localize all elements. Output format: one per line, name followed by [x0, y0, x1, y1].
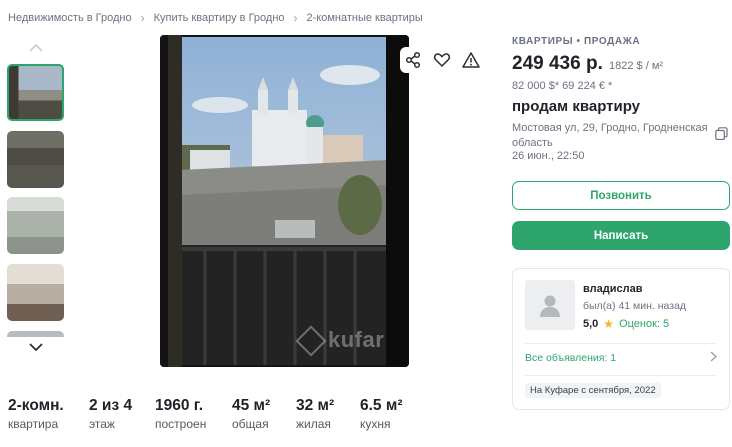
- spec-label: квартира: [8, 417, 59, 431]
- watermark-text: kufar: [328, 327, 385, 352]
- listing-category: КВАРТИРЫ • ПРОДАЖА: [512, 36, 641, 47]
- spec-value: 45 м²: [232, 397, 271, 414]
- spec-total-area: 45 м² общая: [232, 397, 296, 431]
- spec-value: 1960 г.: [155, 397, 203, 414]
- chevron-up-icon[interactable]: [7, 40, 64, 55]
- breadcrumb: Недвижимость в Гродно › Купить квартиру …: [8, 10, 423, 25]
- seller-last-seen: был(а) 41 мин. назад: [583, 300, 687, 312]
- share-icon: [405, 51, 421, 69]
- main-photo-image: [160, 35, 409, 367]
- photo-thumbnail-2[interactable]: [7, 131, 64, 188]
- spec-value: 2 из 4: [89, 397, 133, 414]
- photo-thumbnail-4[interactable]: [7, 264, 64, 321]
- spec-value: 6.5 м²: [360, 397, 403, 414]
- reviews-link[interactable]: Оценок: 5: [619, 318, 669, 330]
- rating-value: 5,0: [583, 318, 599, 330]
- star-icon: ★: [603, 317, 615, 331]
- spec-built: 1960 г. построен: [155, 397, 232, 431]
- divider: [525, 375, 717, 376]
- kufar-logo-icon: [295, 325, 327, 357]
- main-photo[interactable]: kufar: [160, 35, 409, 367]
- avatar[interactable]: [525, 280, 575, 330]
- copy-icon: [715, 127, 728, 141]
- seller-name[interactable]: владислав: [583, 283, 642, 295]
- seller-card: владислав был(а) 41 мин. назад 5,0 ★ Оце…: [512, 268, 730, 410]
- listing-title: продам квартиру: [512, 98, 641, 115]
- favorite-button[interactable]: [429, 47, 455, 73]
- spec-living-area: 32 м² жилая: [296, 397, 360, 431]
- thumbnail-strip: [7, 40, 64, 365]
- chevron-right-icon: ›: [293, 10, 298, 25]
- spec-label: жилая: [296, 417, 331, 431]
- warning-icon: [462, 52, 480, 68]
- photo-thumbnail-3[interactable]: [7, 197, 64, 254]
- spec-kitchen-area: 6.5 м² кухня: [360, 397, 430, 431]
- seller-rating: 5,0 ★ Оценок: 5: [583, 317, 669, 331]
- divider: [525, 343, 717, 344]
- breadcrumb-link-buy-flat-grodno[interactable]: Купить квартиру в Гродно: [154, 12, 285, 24]
- chevron-right-icon: ›: [140, 10, 145, 25]
- copy-address-button[interactable]: [715, 127, 728, 141]
- photo-thumbnail-1[interactable]: [7, 64, 64, 121]
- message-button[interactable]: Написать: [512, 221, 730, 250]
- report-button[interactable]: [458, 47, 484, 73]
- all-listings-link[interactable]: Все объявления: 1: [525, 351, 718, 365]
- chevron-down-icon[interactable]: [7, 340, 64, 355]
- listing-address: Мостовая ул, 29, Гродно, Гродненская обл…: [512, 122, 708, 149]
- breadcrumb-link-2-room[interactable]: 2-комнатные квартиры: [307, 12, 423, 24]
- call-button[interactable]: Позвонить: [512, 181, 730, 210]
- listing-price: 249 436 р.: [512, 53, 603, 74]
- spec-floor: 2 из 4 этаж: [89, 397, 155, 431]
- all-listings-label: Все объявления: 1: [525, 352, 617, 364]
- spec-label: общая: [232, 417, 269, 431]
- spec-value: 2-комн.: [8, 397, 64, 414]
- spec-rooms: 2-комн. квартира: [8, 397, 89, 431]
- listing-date: 26 июн., 22:50: [512, 150, 585, 162]
- spec-label: этаж: [89, 417, 115, 431]
- price-per-m2: 1822 $ / м²: [609, 60, 664, 72]
- spec-label: построен: [155, 417, 207, 431]
- specs-row: 2-комн. квартира 2 из 4 этаж 1960 г. пос…: [8, 397, 430, 431]
- chevron-right-icon: [710, 351, 718, 365]
- watermark: kufar: [295, 325, 385, 357]
- user-avatar-icon: [540, 295, 560, 317]
- alt-currency-prices: 82 000 $* 69 224 € *: [512, 80, 613, 92]
- heart-icon: [433, 53, 451, 68]
- spec-value: 32 м²: [296, 397, 335, 414]
- share-button[interactable]: [400, 47, 426, 73]
- breadcrumb-link-realty-grodno[interactable]: Недвижимость в Гродно: [8, 12, 132, 24]
- photo-thumbnail-5[interactable]: [7, 331, 64, 337]
- member-since-badge: На Куфаре с сентября, 2022: [525, 383, 661, 398]
- spec-label: кухня: [360, 417, 391, 431]
